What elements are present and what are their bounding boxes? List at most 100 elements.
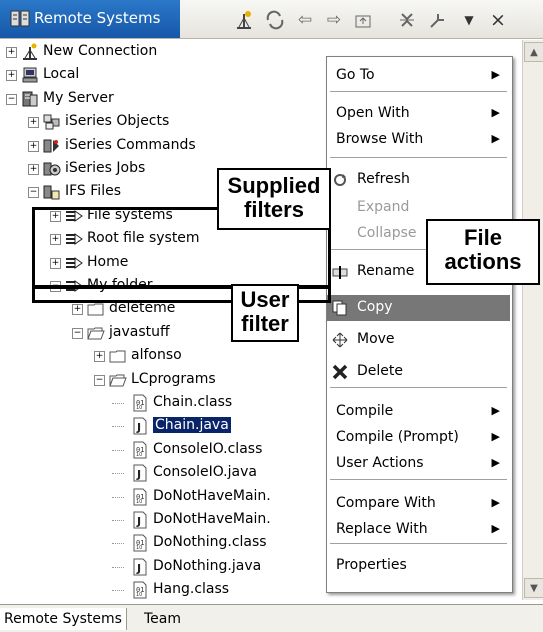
menu-item-label: Replace With [336, 521, 428, 537]
menu-item-label: Properties [336, 557, 407, 573]
tree-item-label: iSeries Jobs [65, 160, 146, 176]
supplied-filters-callout: Supplied filters [217, 168, 331, 230]
back-arrow-icon[interactable]: ⇦ [293, 8, 317, 32]
expand-toggle[interactable]: + [6, 47, 17, 58]
menu-item-user-actions[interactable]: User Actions ▶ [327, 451, 510, 477]
tree-connector-line [112, 473, 124, 475]
computer-icon [21, 66, 39, 84]
menu-item-go-to[interactable]: Go To ▶ [327, 63, 510, 89]
move-icon [332, 332, 348, 348]
submenu-arrow-icon: ▶ [491, 132, 500, 145]
up-folder-icon[interactable] [351, 8, 375, 32]
tree-item-label: Chain.java [153, 417, 231, 434]
collapse-toggle[interactable]: − [28, 187, 39, 199]
svg-text:J: J [136, 421, 141, 434]
link-editor-icon[interactable] [426, 8, 450, 32]
user-filter-callout-line1: User [240, 287, 290, 312]
scroll-up-button[interactable]: ▲ [524, 42, 543, 62]
collapse-toggle[interactable]: − [72, 327, 83, 339]
tree-item-label: LCprograms [131, 370, 216, 387]
java-file-icon: J [131, 417, 149, 435]
tree-connector-line [112, 590, 124, 592]
java-file-icon: J [131, 511, 149, 529]
view-title: Remote Systems [34, 9, 161, 27]
menu-item-label: Open With [336, 105, 410, 121]
expand-toggle[interactable]: + [72, 304, 83, 316]
expand-toggle[interactable]: + [6, 70, 17, 82]
collapse-toggle[interactable]: − [94, 374, 105, 386]
copy-icon [332, 300, 348, 316]
menu-separator [330, 91, 507, 92]
menu-item-compile[interactable]: Compile ▶ [327, 399, 510, 425]
collapse-all-icon[interactable] [395, 8, 419, 32]
submenu-arrow-icon: ▶ [491, 456, 500, 469]
menu-item-replace-with[interactable]: Replace With ▶ [327, 517, 510, 543]
submenu-arrow-icon: ▶ [491, 106, 500, 119]
menu-item-label: Copy [357, 299, 393, 315]
tree-item-label: DoNotHaveMain. [153, 511, 271, 527]
vertical-scrollbar[interactable]: ▲ ▼ [522, 40, 543, 600]
new-connection-icon [21, 43, 39, 61]
menu-item-expand[interactable]: Expand [327, 195, 510, 221]
open-folder-icon [109, 371, 127, 389]
scroll-down-button[interactable]: ▼ [524, 578, 543, 598]
expand-toggle[interactable]: + [28, 140, 39, 152]
remote-systems-icon [10, 10, 30, 27]
expand-toggle[interactable]: + [28, 117, 39, 129]
class-file-icon: 01 10 [131, 441, 149, 459]
menu-item-label: Browse With [336, 131, 424, 147]
tree-item-label: Hang.class [153, 581, 230, 598]
menu-item-compile-prompt[interactable]: Compile (Prompt) ▶ [327, 425, 510, 451]
menu-item-browse-with[interactable]: Browse With ▶ [327, 127, 510, 153]
menu-item-delete[interactable]: Delete [327, 359, 510, 385]
supplied-filters-callout-line2: filters [244, 197, 304, 222]
expand-toggle[interactable]: + [28, 164, 39, 175]
svg-text:10: 10 [136, 592, 142, 598]
tree-connector-line [112, 496, 124, 498]
menu-separator [330, 387, 507, 388]
tree-connector-line [112, 543, 124, 545]
close-icon[interactable]: × [486, 8, 510, 32]
class-file-icon: 01 10 [131, 581, 149, 599]
open-folder-icon [87, 324, 105, 342]
tab-remote-systems[interactable]: Remote Systems [0, 608, 127, 630]
collapse-toggle[interactable]: − [6, 93, 17, 105]
tab-team[interactable]: Team [140, 608, 185, 630]
menu-item-label: Compile [336, 403, 394, 419]
java-file-icon: J [131, 464, 149, 482]
forward-arrow-icon[interactable]: ⇨ [322, 8, 346, 32]
tree-item-label: My Server [43, 89, 114, 106]
folder-icon [87, 300, 105, 318]
tree-connector-line [112, 449, 124, 451]
context-menu: Go To ▶ Open With ▶ Browse With ▶ Refresh Expan… [326, 56, 513, 593]
supplied-filters-callout-line1: Supplied [227, 173, 321, 198]
user-filter-callout: User filter [231, 284, 299, 342]
menu-item-label: Expand [357, 199, 410, 215]
class-file-icon: 01 10 [131, 534, 149, 552]
tree-item-label: Local [43, 66, 80, 83]
menu-item-label: Compare With [336, 495, 436, 511]
menu-item-refresh[interactable]: Refresh [327, 167, 510, 193]
menu-item-open-with[interactable]: Open With ▶ [327, 101, 510, 127]
menu-item-properties[interactable]: Properties [327, 553, 510, 579]
view-tab[interactable]: Remote Systems [0, 0, 180, 38]
svg-text:10: 10 [136, 545, 142, 551]
menu-item-copy[interactable]: Copy [327, 295, 510, 321]
file-actions-callout-line1: File [464, 225, 502, 250]
expand-toggle[interactable]: + [94, 351, 105, 363]
menu-item-move[interactable]: Move [327, 327, 510, 353]
menu-item-compare-with[interactable]: Compare With ▶ [327, 491, 510, 517]
file-actions-callout-line2: actions [444, 249, 522, 274]
svg-text:J: J [136, 562, 141, 575]
tree-item-label: iSeries Objects [65, 113, 170, 130]
submenu-arrow-icon: ▶ [491, 68, 500, 81]
menu-item-label: Refresh [357, 171, 410, 187]
link-icon[interactable] [263, 8, 287, 32]
view-menu-icon[interactable]: ▼ [457, 8, 481, 32]
menu-item-label: Delete [357, 363, 403, 379]
ifs-icon [43, 183, 61, 201]
tree-item-label: DoNotHaveMain. [153, 487, 271, 504]
delete-icon [332, 364, 348, 380]
new-connection-icon[interactable] [232, 8, 256, 32]
tree-connector-line [112, 520, 124, 521]
